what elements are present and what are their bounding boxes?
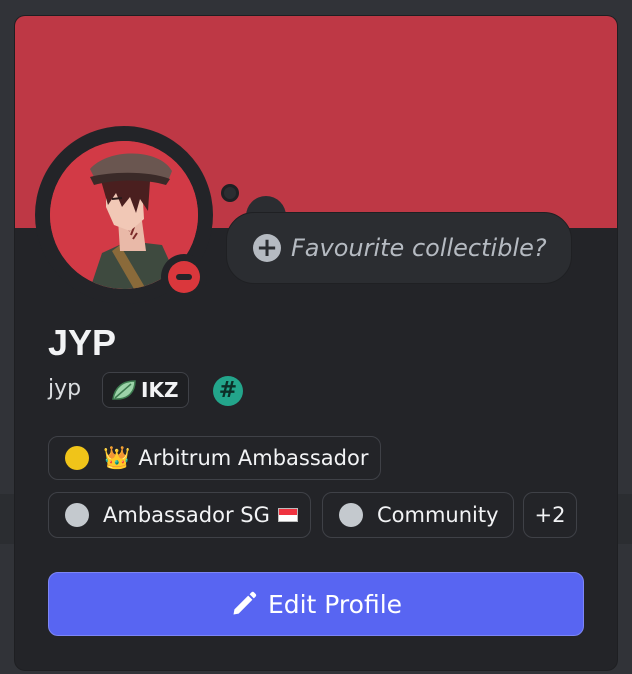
role-color-dot: [65, 503, 89, 527]
do-not-disturb-icon: [168, 261, 200, 293]
role-ambassador-sg[interactable]: Ambassador SG: [48, 492, 311, 538]
server-tag-label: IKZ: [141, 378, 179, 402]
server-tag[interactable]: IKZ: [102, 372, 190, 408]
username[interactable]: jyp: [48, 376, 81, 401]
profile-popout: + Favourite collectible? JYP jyp IKZ # 👑…: [15, 16, 617, 670]
pencil-icon: [233, 591, 257, 615]
role-arbitrum-ambassador[interactable]: 👑 Arbitrum Ambassador: [48, 436, 382, 480]
role-community[interactable]: Community: [322, 492, 514, 538]
role-label: Community: [377, 503, 499, 527]
hashtag-icon[interactable]: #: [213, 376, 243, 406]
leaf-icon: [112, 380, 136, 400]
plus-circle-icon: +: [253, 234, 281, 262]
more-roles-button[interactable]: +2: [523, 492, 577, 538]
favourite-collectible-bubble[interactable]: + Favourite collectible?: [226, 212, 572, 284]
crown-icon: 👑: [103, 445, 131, 471]
role-label: Ambassador SG: [103, 503, 270, 527]
role-color-dot: [65, 446, 89, 470]
thought-bubble-dot: [221, 184, 239, 202]
avatar-ring: [35, 126, 213, 304]
display-name: JYP: [48, 322, 117, 363]
edit-profile-label: Edit Profile: [267, 589, 403, 619]
role-color-dot: [339, 503, 363, 527]
role-label: Arbitrum Ambassador: [138, 446, 369, 470]
collectible-prompt: Favourite collectible?: [291, 234, 547, 262]
singapore-flag-icon: [277, 508, 298, 522]
status-indicator: [161, 254, 207, 300]
edit-profile-button[interactable]: Edit Profile: [48, 572, 584, 636]
